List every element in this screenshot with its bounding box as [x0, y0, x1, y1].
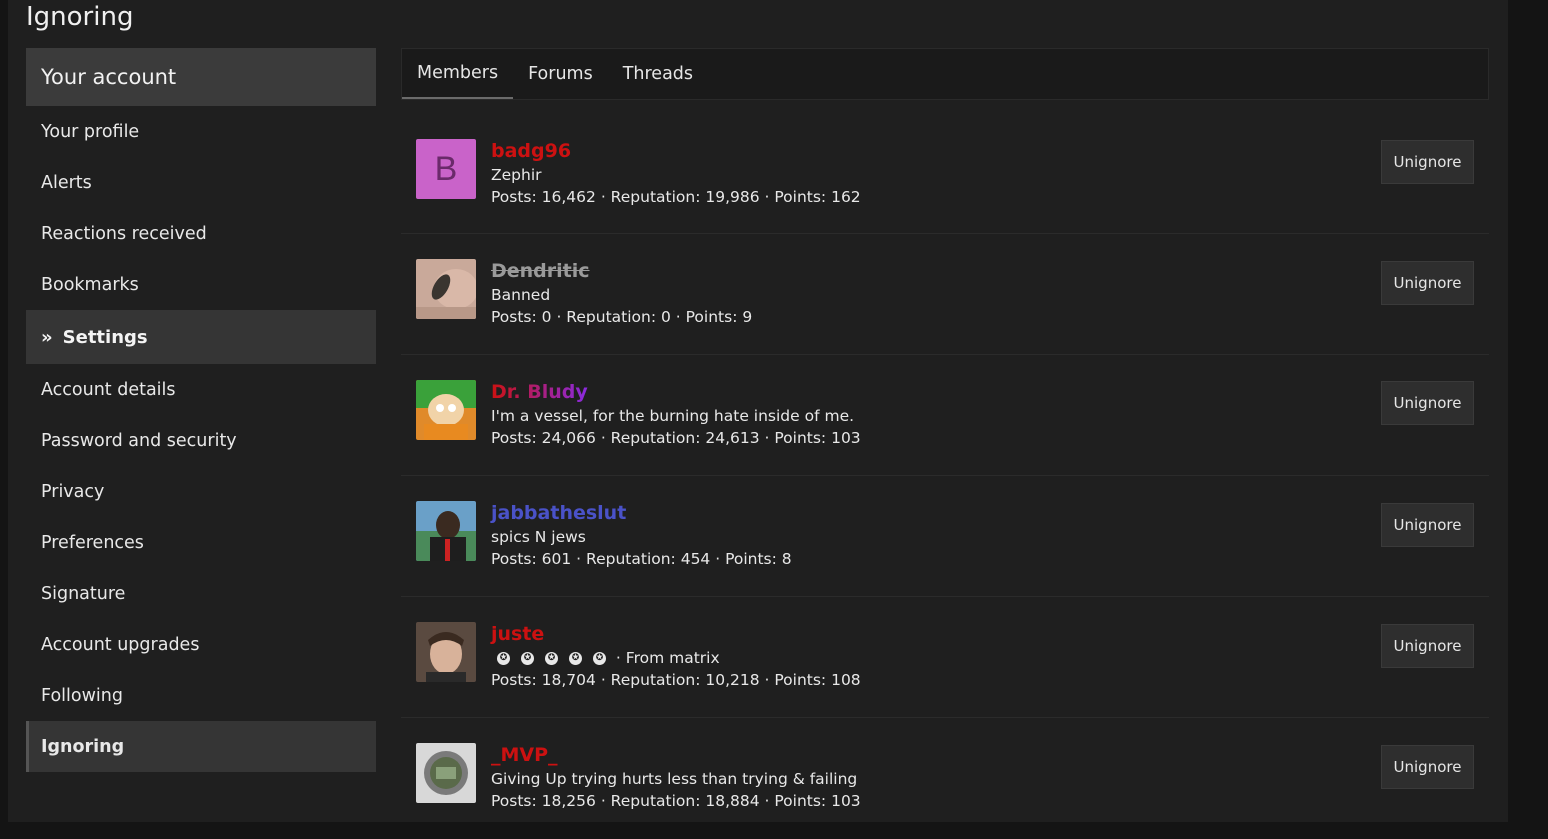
- member-info: jabbatheslut spics N jews Posts: 601 · R…: [491, 501, 792, 570]
- member-info: badg96 Zephir Posts: 16,462 · Reputation…: [491, 139, 861, 208]
- avatar[interactable]: [416, 259, 476, 319]
- member-info: _MVP_ Giving Up trying hurts less than t…: [491, 743, 861, 812]
- page-title: Ignoring: [26, 2, 134, 32]
- title-separator: ·: [611, 649, 626, 667]
- tab-forums[interactable]: Forums: [513, 49, 608, 99]
- sidebar-item-account-details[interactable]: Account details: [26, 364, 376, 415]
- star-icon: ✪: [521, 652, 534, 665]
- member-username[interactable]: Dr. Bludy: [491, 380, 588, 404]
- avatar-letter: B: [416, 139, 476, 199]
- star-icon: ✪: [569, 652, 582, 665]
- star-icon: ✪: [497, 652, 510, 665]
- member-stats: Posts: 18,256 · Reputation: 18,884 · Poi…: [491, 792, 861, 810]
- member-stats: Posts: 18,704 · Reputation: 10,218 · Poi…: [491, 671, 861, 689]
- sidebar-section-label: Settings: [62, 326, 148, 348]
- sidebar-item-reactions-received[interactable]: Reactions received: [26, 208, 376, 259]
- sidebar-item-password-security[interactable]: Password and security: [26, 415, 376, 466]
- star-icon: ✪: [593, 652, 606, 665]
- sidebar-item-your-profile[interactable]: Your profile: [26, 106, 376, 157]
- member-title: I'm a vessel, for the burning hate insid…: [491, 407, 855, 425]
- member-username[interactable]: juste: [491, 622, 861, 646]
- member-username[interactable]: _MVP_: [491, 743, 861, 767]
- avatar[interactable]: [416, 622, 476, 682]
- member-title: ✪ ✪ ✪ ✪ ✪ · From matrix: [491, 647, 861, 669]
- member-info: Dr. Bludy I'm a vessel, for the burning …: [491, 380, 861, 449]
- member-username[interactable]: badg96: [491, 139, 861, 163]
- sidebar-item-following[interactable]: Following: [26, 670, 376, 721]
- member-username[interactable]: jabbatheslut: [491, 501, 792, 525]
- sidebar-header: Your account: [26, 48, 376, 106]
- member-location: From matrix: [625, 649, 720, 667]
- tab-threads[interactable]: Threads: [608, 49, 708, 99]
- member-info: Dendritic Banned Posts: 0 · Reputation: …: [491, 259, 752, 328]
- sidebar-item-account-upgrades[interactable]: Account upgrades: [26, 619, 376, 670]
- sidebar-item-alerts[interactable]: Alerts: [26, 157, 376, 208]
- member-stats: Posts: 24,066 · Reputation: 24,613 · Poi…: [491, 429, 861, 447]
- ignored-member-list: B badg96 Zephir Posts: 16,462 · Reputati…: [401, 100, 1489, 839]
- sidebar-item-privacy[interactable]: Privacy: [26, 466, 376, 517]
- member-row: juste ✪ ✪ ✪ ✪ ✪ · From matrix Posts: 18,704 …: [401, 597, 1489, 718]
- avatar[interactable]: [416, 501, 476, 561]
- page-container: Ignoring Your account Your profile Alert…: [8, 0, 1508, 822]
- member-info: juste ✪ ✪ ✪ ✪ ✪ · From matrix Posts: 18,704 …: [491, 622, 861, 691]
- member-title: Giving Up trying hurts less than trying …: [491, 770, 858, 788]
- member-row: jabbatheslut spics N jews Posts: 601 · R…: [401, 476, 1489, 597]
- unignore-button[interactable]: Unignore: [1381, 503, 1474, 547]
- avatar-image: [416, 501, 476, 561]
- avatar[interactable]: [416, 380, 476, 440]
- double-chevron-right-icon: »: [41, 326, 53, 348]
- sidebar-item-bookmarks[interactable]: Bookmarks: [26, 259, 376, 310]
- tab-members[interactable]: Members: [402, 49, 514, 99]
- unignore-button[interactable]: Unignore: [1381, 745, 1474, 789]
- avatar-image: [416, 622, 476, 682]
- sidebar-item-signature[interactable]: Signature: [26, 568, 376, 619]
- account-sidebar: Your account Your profile Alerts Reactio…: [26, 48, 376, 772]
- tab-bar: Members Forums Threads: [401, 48, 1489, 100]
- main-content: Members Forums Threads B badg96 Zephir P…: [401, 48, 1489, 839]
- avatar-image: [416, 743, 476, 803]
- unignore-button[interactable]: Unignore: [1381, 381, 1474, 425]
- sidebar-section-settings: » Settings: [26, 310, 376, 364]
- member-title: Zephir: [491, 166, 542, 184]
- member-username[interactable]: Dendritic: [491, 259, 752, 283]
- page-gutter: [1508, 0, 1548, 822]
- member-title: Banned: [491, 286, 551, 304]
- member-stats: Posts: 601 · Reputation: 454 · Points: 8: [491, 550, 792, 568]
- member-row: Dr. Bludy I'm a vessel, for the burning …: [401, 355, 1489, 476]
- member-stats: Posts: 16,462 · Reputation: 19,986 · Poi…: [491, 188, 861, 206]
- unignore-button[interactable]: Unignore: [1381, 140, 1474, 184]
- sidebar-item-ignoring[interactable]: Ignoring: [26, 721, 376, 772]
- unignore-button[interactable]: Unignore: [1381, 261, 1474, 305]
- member-row: B badg96 Zephir Posts: 16,462 · Reputati…: [401, 100, 1489, 234]
- avatar-image: [416, 380, 476, 440]
- unignore-button[interactable]: Unignore: [1381, 624, 1474, 668]
- avatar[interactable]: B: [416, 139, 476, 199]
- sidebar-item-preferences[interactable]: Preferences: [26, 517, 376, 568]
- star-icon: ✪: [545, 652, 558, 665]
- avatar-image: [416, 259, 476, 319]
- avatar[interactable]: [416, 743, 476, 803]
- member-row: Dendritic Banned Posts: 0 · Reputation: …: [401, 234, 1489, 355]
- member-title: spics N jews: [491, 528, 586, 546]
- member-stats: Posts: 0 · Reputation: 0 · Points: 9: [491, 308, 753, 326]
- member-row: _MVP_ Giving Up trying hurts less than t…: [401, 718, 1489, 839]
